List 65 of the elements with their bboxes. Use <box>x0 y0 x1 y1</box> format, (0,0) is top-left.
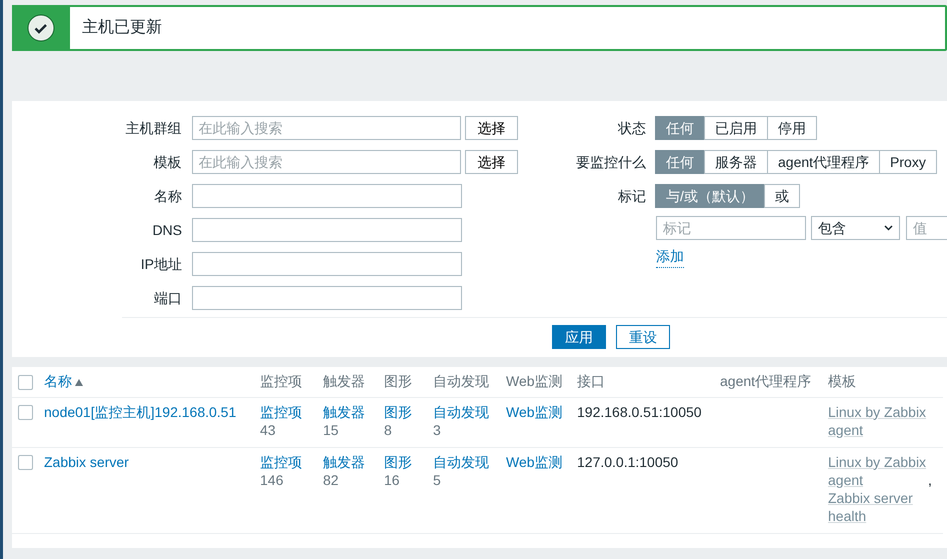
field-label: 端口 <box>153 288 183 308</box>
segment-option[interactable]: 停用 <box>767 116 817 140</box>
field-label: 状态 <box>617 118 647 138</box>
input-field[interactable] <box>192 218 462 242</box>
field-label: 要监控什么 <box>575 152 647 172</box>
checkbox[interactable] <box>18 455 33 470</box>
checkbox[interactable] <box>18 375 33 390</box>
value-field[interactable]: 值 <box>906 216 947 240</box>
reset-button[interactable]: 重设 <box>616 325 670 349</box>
web-link[interactable]: Web监测 <box>506 454 563 470</box>
count-link[interactable]: 自动发现 5 <box>433 452 492 488</box>
segment-option[interactable]: 或 <box>764 184 800 208</box>
message-text: 主机已更新 <box>81 18 162 38</box>
template-link[interactable]: Linux by Zabbix agent <box>828 452 928 488</box>
count-link[interactable]: 图形 8 <box>384 402 419 438</box>
field-label: DNS <box>151 220 183 240</box>
success-icon <box>27 14 55 42</box>
checkbox[interactable] <box>18 405 33 420</box>
segment-option[interactable]: Proxy <box>879 150 937 174</box>
column-header-link[interactable]: 名称 <box>44 373 72 390</box>
segment-option[interactable]: 已启用 <box>704 116 768 140</box>
segment-option[interactable]: 任何 <box>655 116 705 140</box>
input-field[interactable]: 在此输入搜索 <box>192 116 462 140</box>
web-link[interactable]: Web监测 <box>506 404 563 420</box>
input-field[interactable] <box>192 286 462 310</box>
column-header: 监控项 <box>260 373 302 390</box>
column-header: Web监测 <box>506 373 563 390</box>
column-header: agent代理程序 <box>720 373 812 390</box>
field-label: IP地址 <box>140 254 183 274</box>
input-field[interactable] <box>192 184 462 208</box>
segment-option[interactable]: agent代理程序 <box>767 150 880 174</box>
count-link[interactable]: 图形 16 <box>384 452 419 488</box>
column-header: 接口 <box>577 373 605 390</box>
interface-text: 192.168.0.51:10050 <box>577 404 702 420</box>
template-link[interactable]: Linux by Zabbix agent <box>828 402 928 438</box>
count-link[interactable]: 监控项 43 <box>260 402 315 438</box>
caret-icon <box>884 225 893 231</box>
count-link[interactable]: 监控项 146 <box>260 452 315 488</box>
column-header: 自动发现 <box>433 373 489 390</box>
column-header: 模板 <box>828 373 856 390</box>
field-label: 模板 <box>152 152 183 172</box>
count-link[interactable]: 触发器 15 <box>323 402 376 438</box>
select-button[interactable]: 选择 <box>465 116 518 140</box>
operator-dropdown[interactable]: 包含 <box>811 216 900 240</box>
segment-option[interactable]: 服务器 <box>704 150 768 174</box>
field-label: 主机群组 <box>124 118 183 138</box>
add-link[interactable]: 添加 <box>656 246 684 268</box>
template-link[interactable]: Zabbix server health <box>828 488 928 524</box>
host-link[interactable]: Zabbix server <box>44 454 129 470</box>
input-field[interactable] <box>192 252 462 276</box>
field-label: 标记 <box>617 186 647 206</box>
select-button[interactable]: 选择 <box>465 150 518 174</box>
count-link[interactable]: 自动发现 3 <box>433 402 492 438</box>
input-field[interactable]: 在此输入搜索 <box>192 150 462 174</box>
segment-option[interactable]: 任何 <box>655 150 705 174</box>
field-label: 名称 <box>153 186 183 206</box>
separator-text: , <box>928 472 932 488</box>
tag-field[interactable]: 标记 <box>656 216 806 240</box>
host-link[interactable]: node01[监控主机]192.168.0.51 <box>44 404 236 420</box>
segment-option[interactable]: 与/或（默认） <box>655 184 765 208</box>
column-header: 图形 <box>384 373 412 390</box>
count-link[interactable]: 触发器 82 <box>323 452 376 488</box>
column-header: 触发器 <box>323 373 365 390</box>
apply-button[interactable]: 应用 <box>552 325 606 349</box>
interface-text: 127.0.0.1:10050 <box>577 454 678 470</box>
